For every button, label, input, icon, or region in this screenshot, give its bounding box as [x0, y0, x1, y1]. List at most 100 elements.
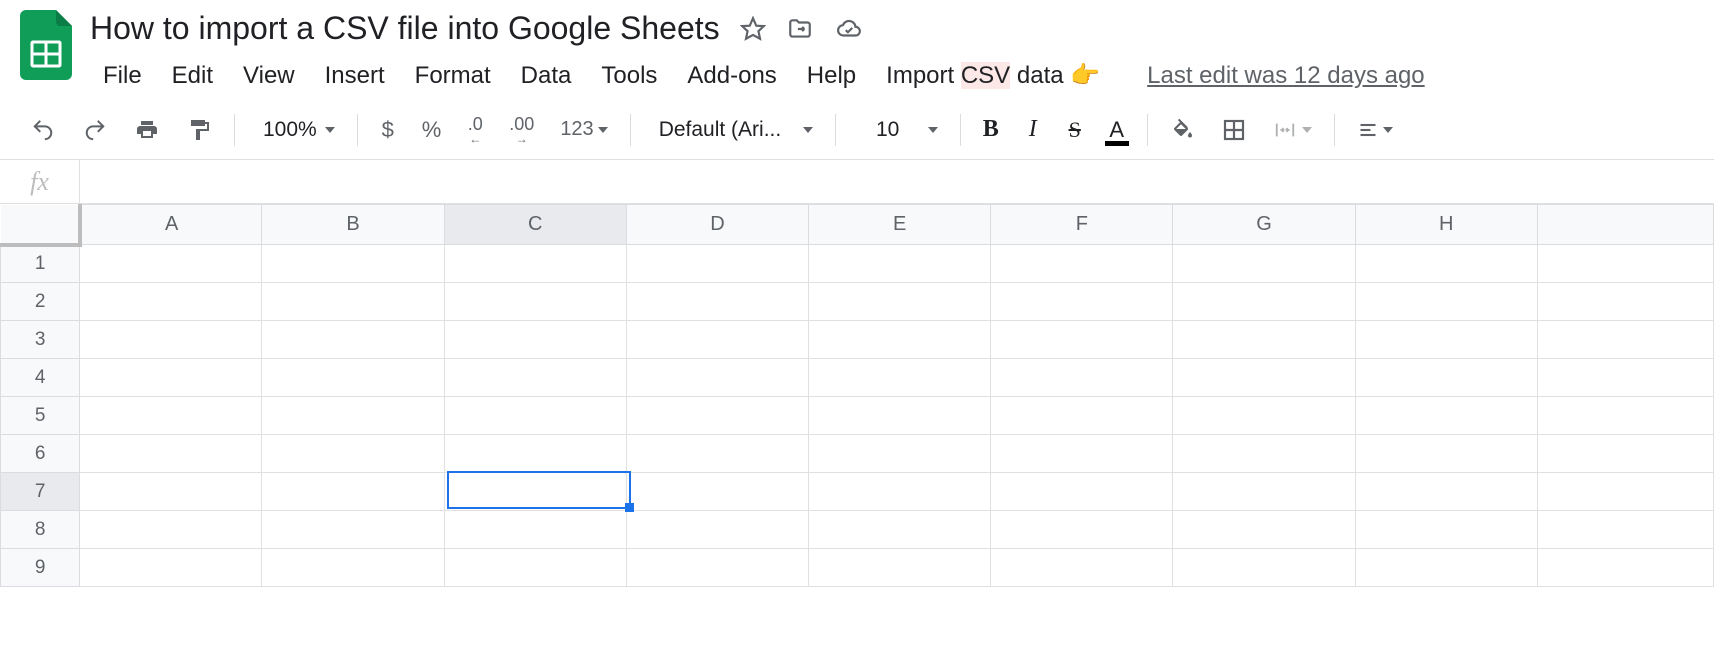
cell[interactable] — [1173, 245, 1355, 283]
cell[interactable] — [1173, 473, 1355, 511]
cell[interactable] — [262, 511, 444, 549]
italic-button[interactable]: I — [1015, 112, 1051, 148]
fill-color-button[interactable] — [1160, 112, 1206, 148]
cell[interactable] — [1537, 321, 1713, 359]
cell[interactable] — [444, 359, 626, 397]
cell[interactable] — [1173, 435, 1355, 473]
more-formats-button[interactable]: 123 — [550, 112, 617, 148]
cell[interactable] — [626, 435, 808, 473]
cell[interactable] — [80, 359, 262, 397]
cell[interactable] — [80, 321, 262, 359]
cell[interactable] — [262, 397, 444, 435]
cell[interactable] — [1355, 283, 1537, 321]
cell[interactable] — [1355, 549, 1537, 587]
cell[interactable] — [626, 397, 808, 435]
cell[interactable] — [1537, 473, 1713, 511]
cell[interactable] — [1355, 473, 1537, 511]
menu-insert[interactable]: Insert — [312, 58, 398, 94]
row-header[interactable]: 7 — [1, 473, 80, 511]
cell[interactable] — [626, 511, 808, 549]
cell[interactable] — [1537, 549, 1713, 587]
cell[interactable] — [444, 549, 626, 587]
spreadsheet-grid[interactable]: ABCDEFGH123456789 — [0, 204, 1714, 587]
column-header[interactable] — [1537, 205, 1713, 245]
bold-button[interactable]: B — [973, 112, 1009, 148]
menu-tools[interactable]: Tools — [588, 58, 670, 94]
cell[interactable] — [1355, 359, 1537, 397]
cell[interactable] — [809, 435, 991, 473]
row-header[interactable]: 4 — [1, 359, 80, 397]
menu-file[interactable]: File — [90, 58, 155, 94]
cell[interactable] — [80, 549, 262, 587]
cell[interactable] — [262, 245, 444, 283]
merge-cells-button[interactable] — [1262, 112, 1322, 148]
cell[interactable] — [80, 245, 262, 283]
row-header[interactable]: 9 — [1, 549, 80, 587]
cell[interactable] — [991, 359, 1173, 397]
cell[interactable] — [1537, 511, 1713, 549]
menu-data[interactable]: Data — [508, 58, 585, 94]
strikethrough-button[interactable]: S — [1057, 112, 1093, 148]
format-currency-button[interactable]: $ — [370, 112, 406, 148]
cell[interactable] — [626, 473, 808, 511]
cell[interactable] — [80, 397, 262, 435]
format-percent-button[interactable]: % — [412, 112, 452, 148]
undo-icon[interactable] — [20, 112, 66, 148]
cell[interactable] — [80, 473, 262, 511]
horizontal-align-button[interactable] — [1347, 112, 1403, 148]
row-header[interactable]: 6 — [1, 435, 80, 473]
cell[interactable] — [991, 473, 1173, 511]
cell[interactable] — [80, 435, 262, 473]
select-all-corner[interactable] — [1, 205, 80, 245]
menu-import-csv[interactable]: Import CSV data 👉 — [873, 57, 1113, 94]
sheets-logo-icon[interactable] — [20, 10, 72, 80]
print-icon[interactable] — [124, 112, 170, 148]
cell[interactable] — [444, 435, 626, 473]
cell[interactable] — [991, 511, 1173, 549]
cell[interactable] — [626, 321, 808, 359]
borders-button[interactable] — [1212, 112, 1256, 148]
row-header[interactable]: 1 — [1, 245, 80, 283]
cell[interactable] — [1173, 397, 1355, 435]
menu-view[interactable]: View — [230, 58, 308, 94]
redo-icon[interactable] — [72, 112, 118, 148]
row-header[interactable]: 2 — [1, 283, 80, 321]
cell[interactable] — [1355, 245, 1537, 283]
menu-format[interactable]: Format — [402, 58, 504, 94]
column-header[interactable]: C — [444, 205, 626, 245]
cell[interactable] — [262, 321, 444, 359]
cell[interactable] — [991, 321, 1173, 359]
cell[interactable] — [1537, 397, 1713, 435]
cell[interactable] — [809, 359, 991, 397]
cell[interactable] — [1537, 245, 1713, 283]
column-header[interactable]: H — [1355, 205, 1537, 245]
cell[interactable] — [444, 321, 626, 359]
cell[interactable] — [444, 283, 626, 321]
cell[interactable] — [262, 359, 444, 397]
row-header[interactable]: 8 — [1, 511, 80, 549]
cell[interactable] — [444, 397, 626, 435]
column-header[interactable]: E — [809, 205, 991, 245]
cell[interactable] — [809, 283, 991, 321]
cell[interactable] — [991, 435, 1173, 473]
row-header[interactable]: 5 — [1, 397, 80, 435]
cell[interactable] — [262, 473, 444, 511]
cell[interactable] — [262, 549, 444, 587]
cloud-saved-icon[interactable] — [834, 16, 864, 42]
cell[interactable] — [80, 511, 262, 549]
cell[interactable] — [809, 321, 991, 359]
increase-decimal-button[interactable]: .00→ — [499, 112, 544, 148]
cell[interactable] — [1173, 321, 1355, 359]
cell[interactable] — [626, 359, 808, 397]
cell[interactable] — [1173, 549, 1355, 587]
cell[interactable] — [1173, 511, 1355, 549]
cell[interactable] — [809, 473, 991, 511]
cell[interactable] — [626, 245, 808, 283]
cell[interactable] — [444, 245, 626, 283]
cell[interactable] — [80, 283, 262, 321]
cell[interactable] — [809, 549, 991, 587]
row-header[interactable]: 3 — [1, 321, 80, 359]
cell[interactable] — [1537, 435, 1713, 473]
menu-help[interactable]: Help — [794, 58, 869, 94]
cell[interactable] — [991, 397, 1173, 435]
